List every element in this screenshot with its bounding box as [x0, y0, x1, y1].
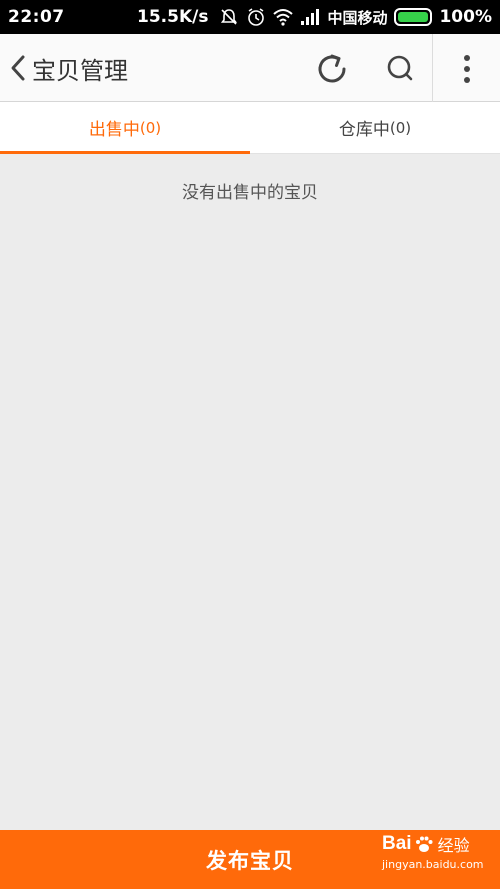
tab-in-warehouse-label: 仓库中: [338, 120, 390, 140]
page-title: 宝贝管理: [32, 56, 128, 85]
tab-on-sale-label: 出售中: [88, 120, 140, 140]
tab-on-sale-count: (0): [139, 118, 162, 137]
status-time: 22:07: [8, 7, 65, 27]
more-vertical-icon[interactable]: [446, 48, 488, 90]
empty-state-message: 没有出售中的宝贝: [182, 183, 318, 203]
tab-on-sale[interactable]: 出售中 (0): [0, 102, 250, 154]
battery-icon: [394, 8, 433, 26]
wifi-icon: [273, 9, 294, 26]
signal-icon: [301, 9, 320, 25]
back-arrow-icon: [11, 55, 25, 81]
app-bar: 宝贝管理: [0, 34, 500, 102]
status-icons: 15.5K/s 中国移动 100%: [137, 7, 492, 28]
mute-icon: [221, 9, 238, 25]
carrier-name: 中国移动: [327, 8, 388, 27]
publish-item-label: 发布宝贝: [206, 848, 294, 873]
search-icon[interactable]: [380, 48, 422, 90]
battery-percent: 100%: [439, 7, 492, 27]
tab-in-warehouse-count: (0): [389, 118, 412, 137]
refresh-icon[interactable]: [311, 48, 353, 90]
network-speed: 15.5K/s: [137, 7, 209, 27]
tab-bar: 出售中 (0) 仓库中 (0): [0, 102, 500, 154]
publish-item-button[interactable]: 发布宝贝: [0, 830, 500, 889]
alarm-icon: [248, 8, 265, 26]
header-divider: [432, 34, 433, 102]
back-button[interactable]: 宝贝管理: [0, 34, 128, 102]
status-bar: 22:07 15.5K/s 中国移动 100%: [0, 0, 500, 34]
tab-in-warehouse[interactable]: 仓库中 (0): [250, 102, 500, 153]
